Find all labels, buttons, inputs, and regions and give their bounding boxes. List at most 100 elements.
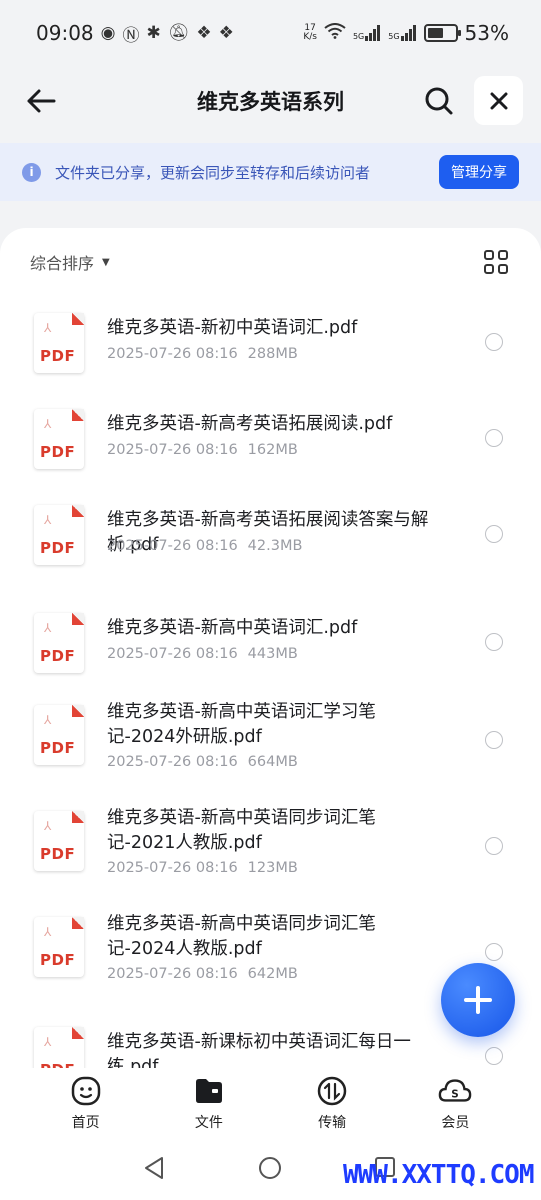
file-meta: 2025-07-26 08:16 288MB <box>107 346 298 362</box>
bluetooth-icon: ✱ <box>146 23 161 43</box>
tab-label: 首页 <box>71 1115 100 1131</box>
pdf-file-icon: ⅄ PDF <box>34 811 84 871</box>
add-button[interactable] <box>441 963 515 1037</box>
pdf-file-icon: ⅄ PDF <box>34 313 84 373</box>
grid-icon-cell <box>484 264 494 274</box>
system-home-button[interactable] <box>258 1156 282 1184</box>
vip-cloud-icon: S <box>438 1074 472 1108</box>
file-date: 2025-07-26 08:16 <box>107 442 238 458</box>
tab-label: 会员 <box>441 1115 470 1131</box>
vibrate-icon: ❖ <box>196 23 212 43</box>
select-radio[interactable] <box>485 633 503 651</box>
acrobat-icon: ⅄ <box>44 925 52 939</box>
tab-home[interactable]: 首页 <box>46 1068 126 1134</box>
pdf-file-icon: ⅄ PDF <box>34 705 84 765</box>
tab-files[interactable]: 文件 <box>169 1068 249 1134</box>
grid-icon-cell <box>484 250 494 260</box>
tab-vip[interactable]: S 会员 <box>415 1068 495 1134</box>
file-date: 2025-07-26 08:16 <box>107 538 238 554</box>
page-fold <box>72 811 84 823</box>
file-row[interactable]: ⅄ PDF 维克多英语-新高中英语词汇学习笔记-2024外研版.pdf 2025-07… <box>0 696 541 796</box>
file-row[interactable]: ⅄ PDF 维克多英语-新初中英语词汇.pdf 2025-07-26 08:16 288… <box>0 300 541 400</box>
pdf-file-icon: ⅄ PDF <box>34 505 84 565</box>
file-name: 维克多英语-新高中英语词汇.pdf <box>107 618 358 638</box>
page-fold <box>72 409 84 421</box>
select-radio[interactable] <box>485 731 503 749</box>
battery-icon <box>423 24 461 42</box>
signal-icon-1: 5G <box>353 25 381 41</box>
file-name: 维克多英语-新课标初中英语词汇每日一练.pdf <box>107 1032 411 1068</box>
transfer-icon <box>315 1074 349 1108</box>
mute-bell-icon: 🔕︎ <box>167 23 190 43</box>
tab-transfer[interactable]: 传输 <box>292 1068 372 1134</box>
select-radio[interactable] <box>485 943 503 961</box>
close-button[interactable] <box>474 76 523 125</box>
sort-dropdown[interactable]: 综合排序 ▼ <box>30 250 110 274</box>
acrobat-icon: ⅄ <box>44 621 52 635</box>
pdf-label: PDF <box>40 845 76 863</box>
bottom-tab-bar: 首页 文件 传输 S 会员 <box>0 1068 541 1134</box>
file-size: 42.3MB <box>247 538 303 554</box>
wifi-icon <box>324 22 346 44</box>
page-fold <box>72 313 84 325</box>
nfc-icon: Ⓝ <box>122 25 140 46</box>
file-row[interactable]: ⅄ PDF 维克多英语-新高考英语拓展阅读.pdf 2025-07-26 08:16 1… <box>0 396 541 496</box>
acrobat-icon: ⅄ <box>44 1035 52 1049</box>
circle-home-icon <box>259 1157 281 1179</box>
system-back-button[interactable] <box>143 1156 165 1184</box>
file-row[interactable]: ⅄ PDF 维克多英语-新高中英语同步词汇笔记-2021人教版.pdf 2025-07… <box>0 802 541 902</box>
search-button[interactable] <box>420 82 458 120</box>
page-fold <box>72 505 84 517</box>
page-title: 维克多英语系列 <box>197 90 344 114</box>
file-meta: 2025-07-26 08:16 664MB <box>107 754 298 770</box>
acrobat-icon: ⅄ <box>44 321 52 335</box>
select-radio[interactable] <box>485 837 503 855</box>
file-size: 123MB <box>247 860 298 876</box>
search-icon <box>425 87 453 115</box>
pdf-label: PDF <box>40 739 76 757</box>
file-meta: 2025-07-26 08:16 443MB <box>107 646 298 662</box>
manage-share-button[interactable]: 管理分享 <box>439 155 519 189</box>
select-radio[interactable] <box>485 1047 503 1065</box>
select-radio[interactable] <box>485 333 503 351</box>
page-fold <box>72 1027 84 1039</box>
select-radio[interactable] <box>485 429 503 447</box>
file-name: 维克多英语-新高考英语拓展阅读.pdf <box>107 414 393 434</box>
acrobat-icon: ⅄ <box>44 819 52 833</box>
file-size: 642MB <box>247 966 298 982</box>
grid-view-button[interactable] <box>484 250 510 276</box>
file-meta: 2025-07-26 08:16 162MB <box>107 442 298 458</box>
eye-icon: ◉ <box>100 23 116 43</box>
file-row[interactable]: ⅄ PDF 维克多英语-新高中英语词汇.pdf 2025-07-26 08:16 443… <box>0 600 541 700</box>
file-date: 2025-07-26 08:16 <box>107 646 238 662</box>
acrobat-icon: ⅄ <box>44 513 52 527</box>
page-fold <box>72 613 84 625</box>
pdf-file-icon: ⅄ PDF <box>34 1027 84 1068</box>
pdf-label: PDF <box>40 951 76 969</box>
pdf-label: PDF <box>40 1061 75 1068</box>
pdf-label: PDF <box>40 347 76 365</box>
grid-icon-cell <box>498 250 508 260</box>
pdf-label: PDF <box>40 647 76 665</box>
battery-percent: 53% <box>464 21 509 45</box>
svg-text:S: S <box>452 1089 459 1101</box>
pdf-file-icon: ⅄ PDF <box>34 613 84 673</box>
tab-label: 传输 <box>318 1115 347 1131</box>
file-size: 162MB <box>247 442 298 458</box>
pdf-file-icon: ⅄ PDF <box>34 917 84 977</box>
file-name: 维克多英语-新初中英语词汇.pdf <box>107 318 358 338</box>
file-row[interactable]: ⅄ PDF 维克多英语-新高考英语拓展阅读答案与解析.pdf 2025-07-26 0… <box>0 492 541 592</box>
file-list-panel: 综合排序 ▼ ⅄ PDF 维克多英语-新初中英语词汇.pdf 2025-07-26 0… <box>0 228 541 1068</box>
banner-text: 文件夹已分享，更新会同步至转存和后续访问者 <box>55 163 371 182</box>
select-radio[interactable] <box>485 525 503 543</box>
plus-icon <box>464 986 492 1014</box>
file-meta: 2025-07-26 08:16 42.3MB <box>107 538 302 554</box>
acrobat-icon: ⅄ <box>44 713 52 727</box>
home-face-icon <box>69 1074 103 1108</box>
file-meta: 2025-07-26 08:16 642MB <box>107 966 298 982</box>
pdf-file-icon: ⅄ PDF <box>34 409 84 469</box>
net-speed: 17 K/s <box>303 23 317 42</box>
page-fold <box>72 917 84 929</box>
file-size: 664MB <box>247 754 298 770</box>
file-name: 维克多英语-新高中英语同步词汇笔记-2021人教版.pdf <box>107 808 376 853</box>
